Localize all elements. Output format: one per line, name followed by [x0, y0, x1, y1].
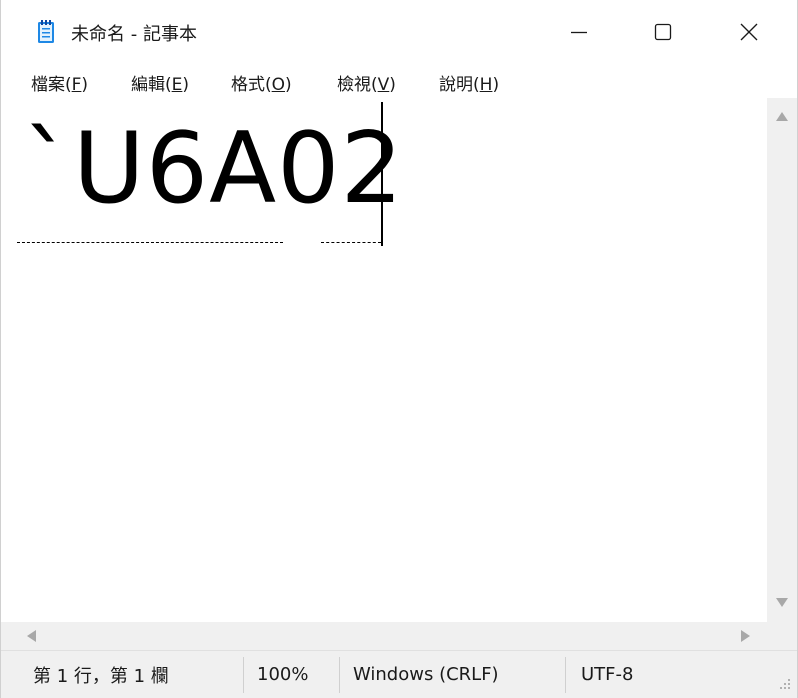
menu-help-close: ): [492, 75, 500, 95]
menu-file-label: 檔案(: [31, 75, 72, 95]
menu-help-label: 說明(: [439, 75, 480, 95]
scroll-down-icon[interactable]: [776, 598, 788, 607]
text-editor[interactable]: `U6A02: [1, 98, 767, 622]
menu-format-label: 格式(: [231, 75, 272, 95]
scroll-left-icon[interactable]: [27, 630, 36, 642]
menu-edit-close: ): [182, 75, 190, 95]
notepad-window: 未命名 - 記事本 檔案(F) 編輯(E) 格式(O) 檢視(V) 說明(H) …: [0, 0, 798, 698]
menu-edit[interactable]: 編輯(E): [131, 68, 189, 97]
title-bar[interactable]: 未命名 - 記事本: [1, 0, 797, 62]
menu-view-label: 檢視(: [337, 75, 378, 95]
maximize-icon: [654, 23, 672, 41]
menu-edit-accel: E: [171, 75, 183, 95]
status-bar: 第 1 行，第 1 欄 100% Windows (CRLF) UTF-8: [1, 650, 797, 698]
ime-composition-underline: [17, 242, 283, 243]
close-icon: [740, 23, 758, 41]
menu-view-accel: V: [377, 75, 390, 95]
menu-format[interactable]: 格式(O): [231, 68, 292, 97]
scroll-up-icon[interactable]: [776, 112, 788, 121]
menu-file[interactable]: 檔案(F): [31, 68, 88, 97]
menu-edit-label: 編輯(: [131, 75, 172, 95]
minimize-button[interactable]: [549, 8, 609, 56]
notepad-icon: [38, 20, 54, 43]
menu-bar: 檔案(F) 編輯(E) 格式(O) 檢視(V) 說明(H): [1, 62, 797, 98]
close-button[interactable]: [719, 8, 779, 56]
status-zoom: 100%: [257, 664, 309, 685]
editor-content[interactable]: `U6A02: [23, 114, 404, 224]
window-title: 未命名 - 記事本: [71, 24, 197, 45]
status-encoding: UTF-8: [581, 664, 634, 685]
scroll-right-icon[interactable]: [741, 630, 750, 642]
menu-view[interactable]: 檢視(V): [337, 68, 396, 97]
status-divider: [565, 657, 566, 693]
ime-composition-underline-active: [321, 242, 381, 243]
maximize-button[interactable]: [633, 8, 693, 56]
menu-view-close: ): [389, 75, 396, 95]
minimize-icon: [571, 31, 587, 34]
menu-file-accel: F: [71, 75, 82, 95]
status-divider: [339, 657, 340, 693]
menu-help[interactable]: 說明(H): [439, 68, 499, 97]
menu-file-close: ): [81, 75, 89, 95]
status-cursor-position: 第 1 行，第 1 欄: [33, 665, 169, 687]
status-divider: [243, 657, 244, 693]
menu-help-accel: H: [479, 75, 493, 95]
scrollbar-corner: [767, 622, 797, 650]
resize-grip-icon[interactable]: [777, 676, 791, 690]
menu-format-accel: O: [271, 75, 286, 95]
vertical-scrollbar[interactable]: [767, 98, 797, 622]
text-caret: [381, 102, 383, 246]
menu-format-close: ): [285, 75, 292, 95]
horizontal-scrollbar[interactable]: [1, 622, 767, 650]
status-line-ending: Windows (CRLF): [353, 664, 499, 685]
